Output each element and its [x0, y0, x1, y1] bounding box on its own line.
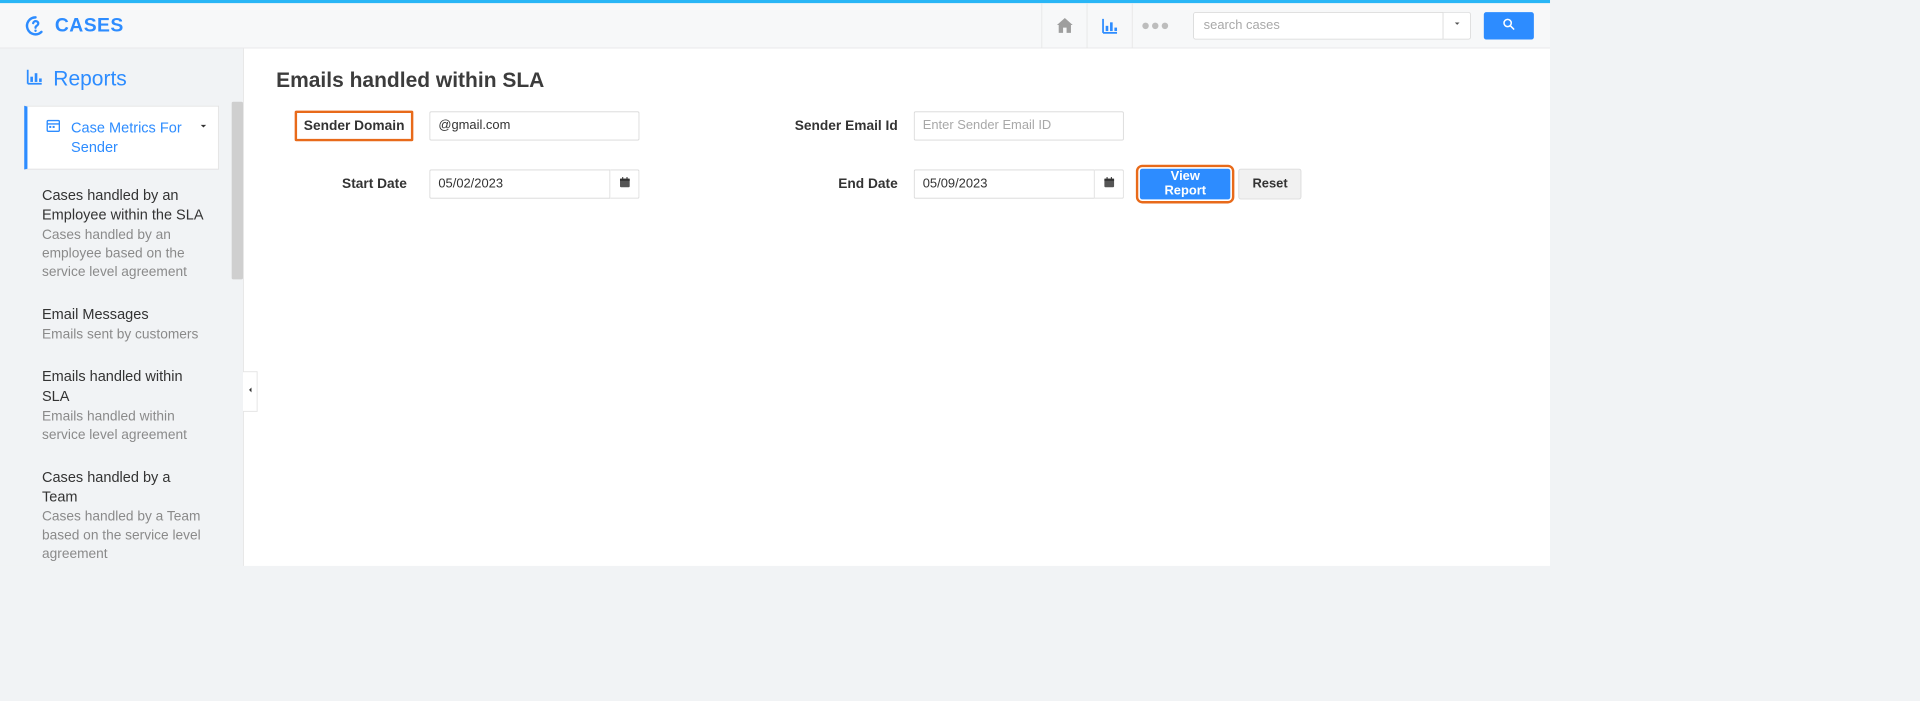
sidebar-item-desc: Cases handled by a Team based on the ser…: [42, 508, 209, 564]
brand[interactable]: CASES: [24, 14, 123, 37]
start-date-input[interactable]: [429, 170, 610, 199]
label-sender-email: Sender Email Id: [736, 118, 897, 134]
bar-chart-icon: [24, 66, 45, 91]
sidebar-item-label: Case Metrics For Sender: [71, 118, 208, 157]
chevron-down-icon: [1451, 18, 1462, 33]
end-date-picker-button[interactable]: [1095, 170, 1124, 199]
home-icon: [1054, 15, 1075, 36]
calendar-icon: [618, 176, 631, 193]
sidebar-item-desc: Emails sent by customers: [42, 326, 209, 345]
chevron-down-icon: [197, 119, 210, 136]
sidebar-item-label: Cases handled by an Employee within the …: [42, 185, 209, 224]
main-content: Emails handled within SLA Sender Domain …: [244, 48, 1550, 565]
collapse-sidebar-button[interactable]: [243, 371, 258, 411]
sidebar-item-email-messages[interactable]: Email Messages Emails sent by customers: [24, 293, 219, 355]
search-input[interactable]: [1193, 12, 1443, 39]
sidebar-item-cases-employee-sla[interactable]: Cases handled by an Employee within the …: [24, 174, 219, 293]
date-grid-icon: [45, 118, 61, 138]
sender-domain-input[interactable]: [429, 111, 639, 140]
action-buttons: View Report Reset: [1140, 169, 1301, 200]
report-filter-form: Sender Domain Sender Email Id Start Date…: [276, 111, 1518, 200]
sidebar-header: Reports: [0, 66, 243, 106]
end-date-group: [914, 170, 1124, 199]
sidebar: Reports Case Metrics For Sender Cases ha…: [0, 48, 244, 565]
start-date-picker-button[interactable]: [610, 170, 639, 199]
sidebar-item-cases-team[interactable]: Cases handled by a Team Cases handled by…: [24, 456, 219, 575]
header: CASES: [0, 3, 1550, 48]
bar-chart-icon: [1099, 15, 1120, 36]
sidebar-item-label: Cases handled by a Team: [42, 467, 209, 506]
home-button[interactable]: [1041, 3, 1086, 48]
scrollbar-thumb[interactable]: [232, 102, 243, 280]
sidebar-item-label: Emails handled within SLA: [42, 367, 209, 406]
reports-button[interactable]: [1087, 3, 1132, 48]
sender-email-input[interactable]: [914, 111, 1124, 140]
chevron-left-icon: [245, 383, 255, 400]
calendar-icon: [1102, 176, 1115, 193]
brand-title: CASES: [55, 14, 124, 37]
search-button[interactable]: [1484, 12, 1534, 39]
sidebar-item-desc: Emails handled within service level agre…: [42, 408, 209, 445]
label-start-date: Start Date: [276, 176, 413, 192]
sidebar-item-label: Email Messages: [42, 304, 209, 324]
sidebar-item-case-metrics[interactable]: Case Metrics For Sender: [24, 106, 219, 169]
label-end-date: End Date: [736, 176, 897, 192]
view-report-button[interactable]: View Report: [1140, 169, 1231, 200]
search-dropdown-button[interactable]: [1443, 12, 1470, 39]
question-help-icon: [24, 14, 47, 37]
page-title: Emails handled within SLA: [276, 68, 1518, 93]
ellipsis-icon: [1140, 18, 1169, 33]
start-date-group: [429, 170, 639, 199]
sidebar-title: Reports: [53, 66, 127, 91]
more-button[interactable]: [1132, 3, 1177, 48]
search-container: [1193, 12, 1534, 39]
search-icon: [1502, 17, 1517, 34]
body: Reports Case Metrics For Sender Cases ha…: [0, 48, 1550, 565]
label-sender-domain: Sender Domain: [295, 111, 413, 142]
sidebar-item-emails-sla[interactable]: Emails handled within SLA Emails handled…: [24, 355, 219, 455]
end-date-input[interactable]: [914, 170, 1095, 199]
reset-button[interactable]: Reset: [1239, 169, 1302, 200]
sidebar-item-desc: Cases handled by an employee based on th…: [42, 226, 209, 282]
